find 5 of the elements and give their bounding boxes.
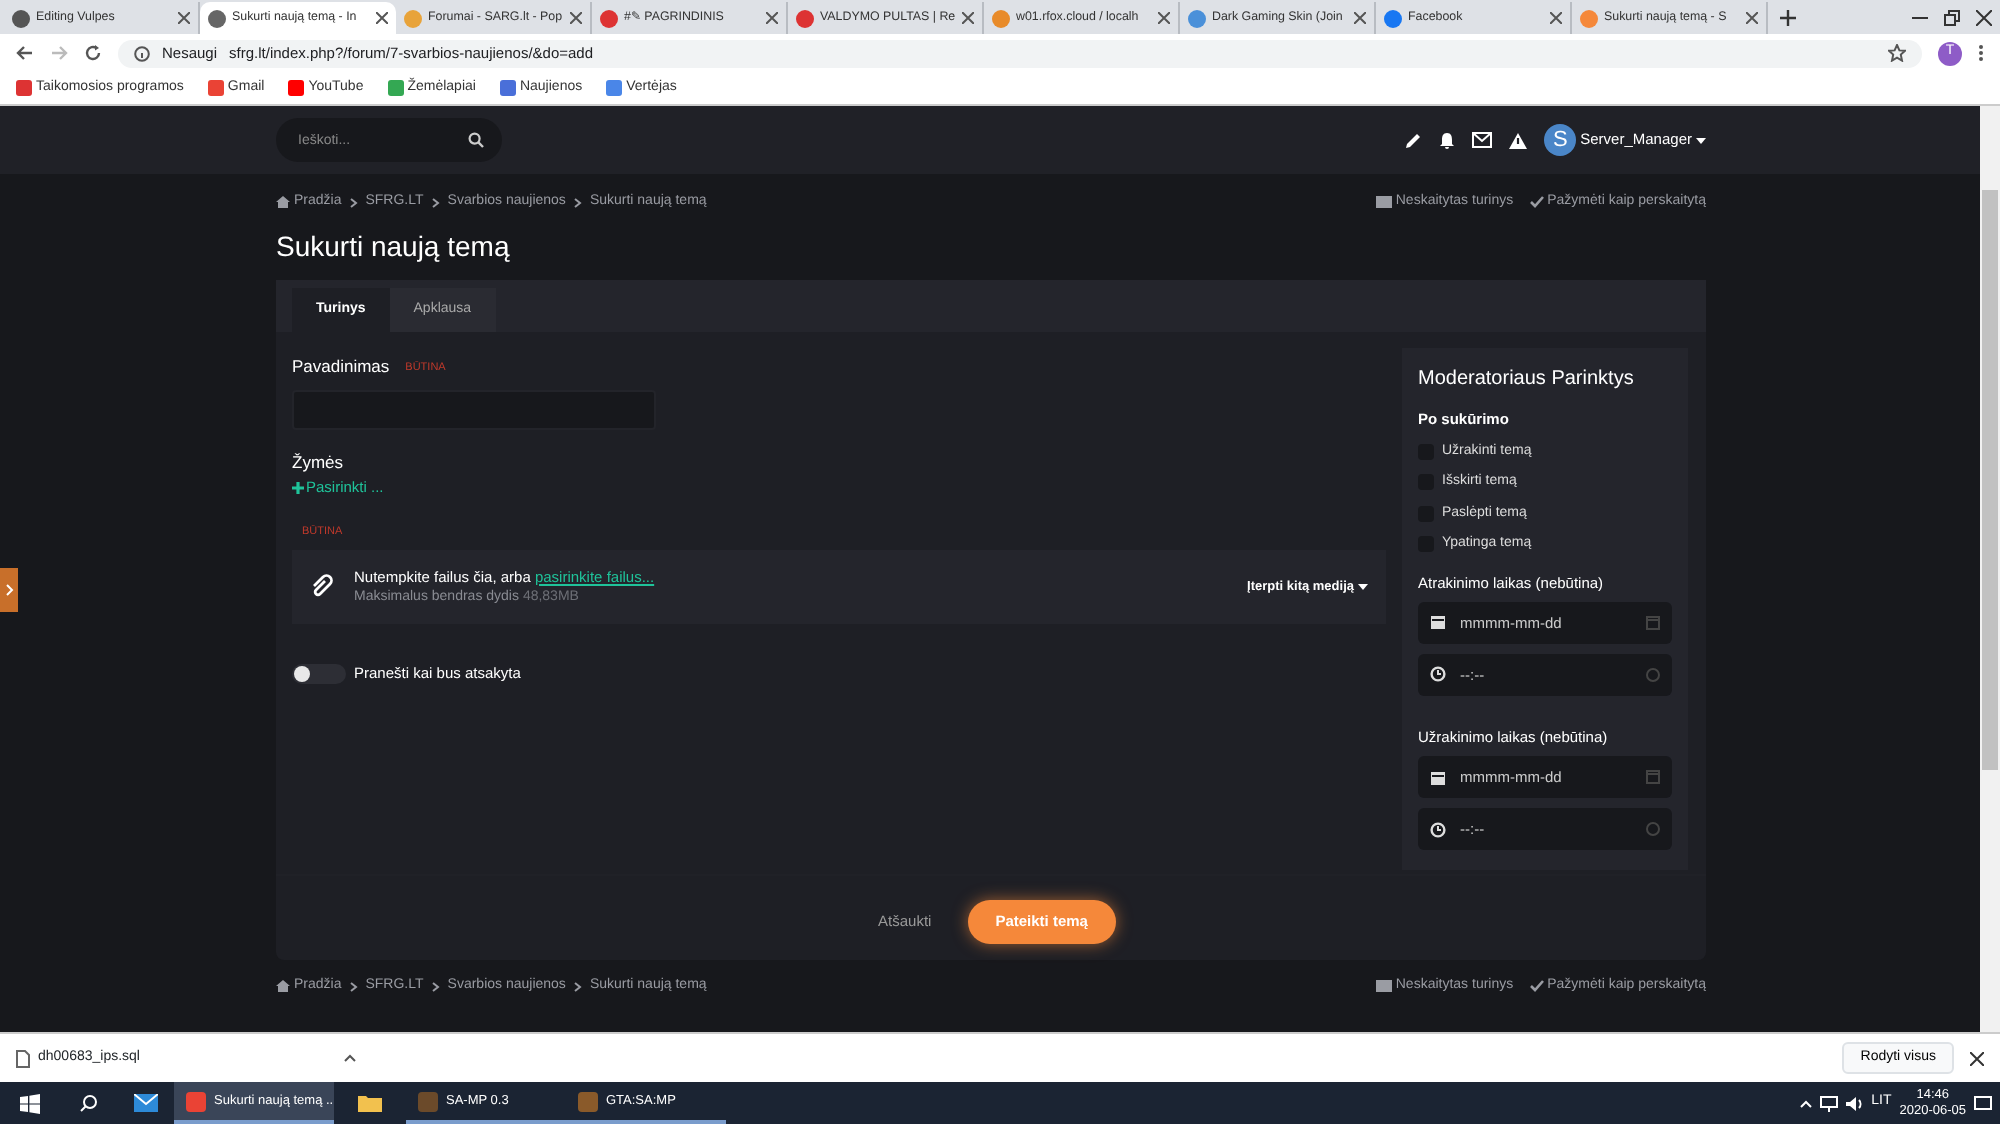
panel-title: Moderatoriaus Parinktys <box>1418 366 1636 395</box>
page-title: Sukurti naują temą <box>276 229 512 263</box>
field-label: Pavadinimas <box>292 354 390 381</box>
user-avatar: S <box>1544 124 1577 156</box>
field-label: Žymės <box>292 450 343 476</box>
